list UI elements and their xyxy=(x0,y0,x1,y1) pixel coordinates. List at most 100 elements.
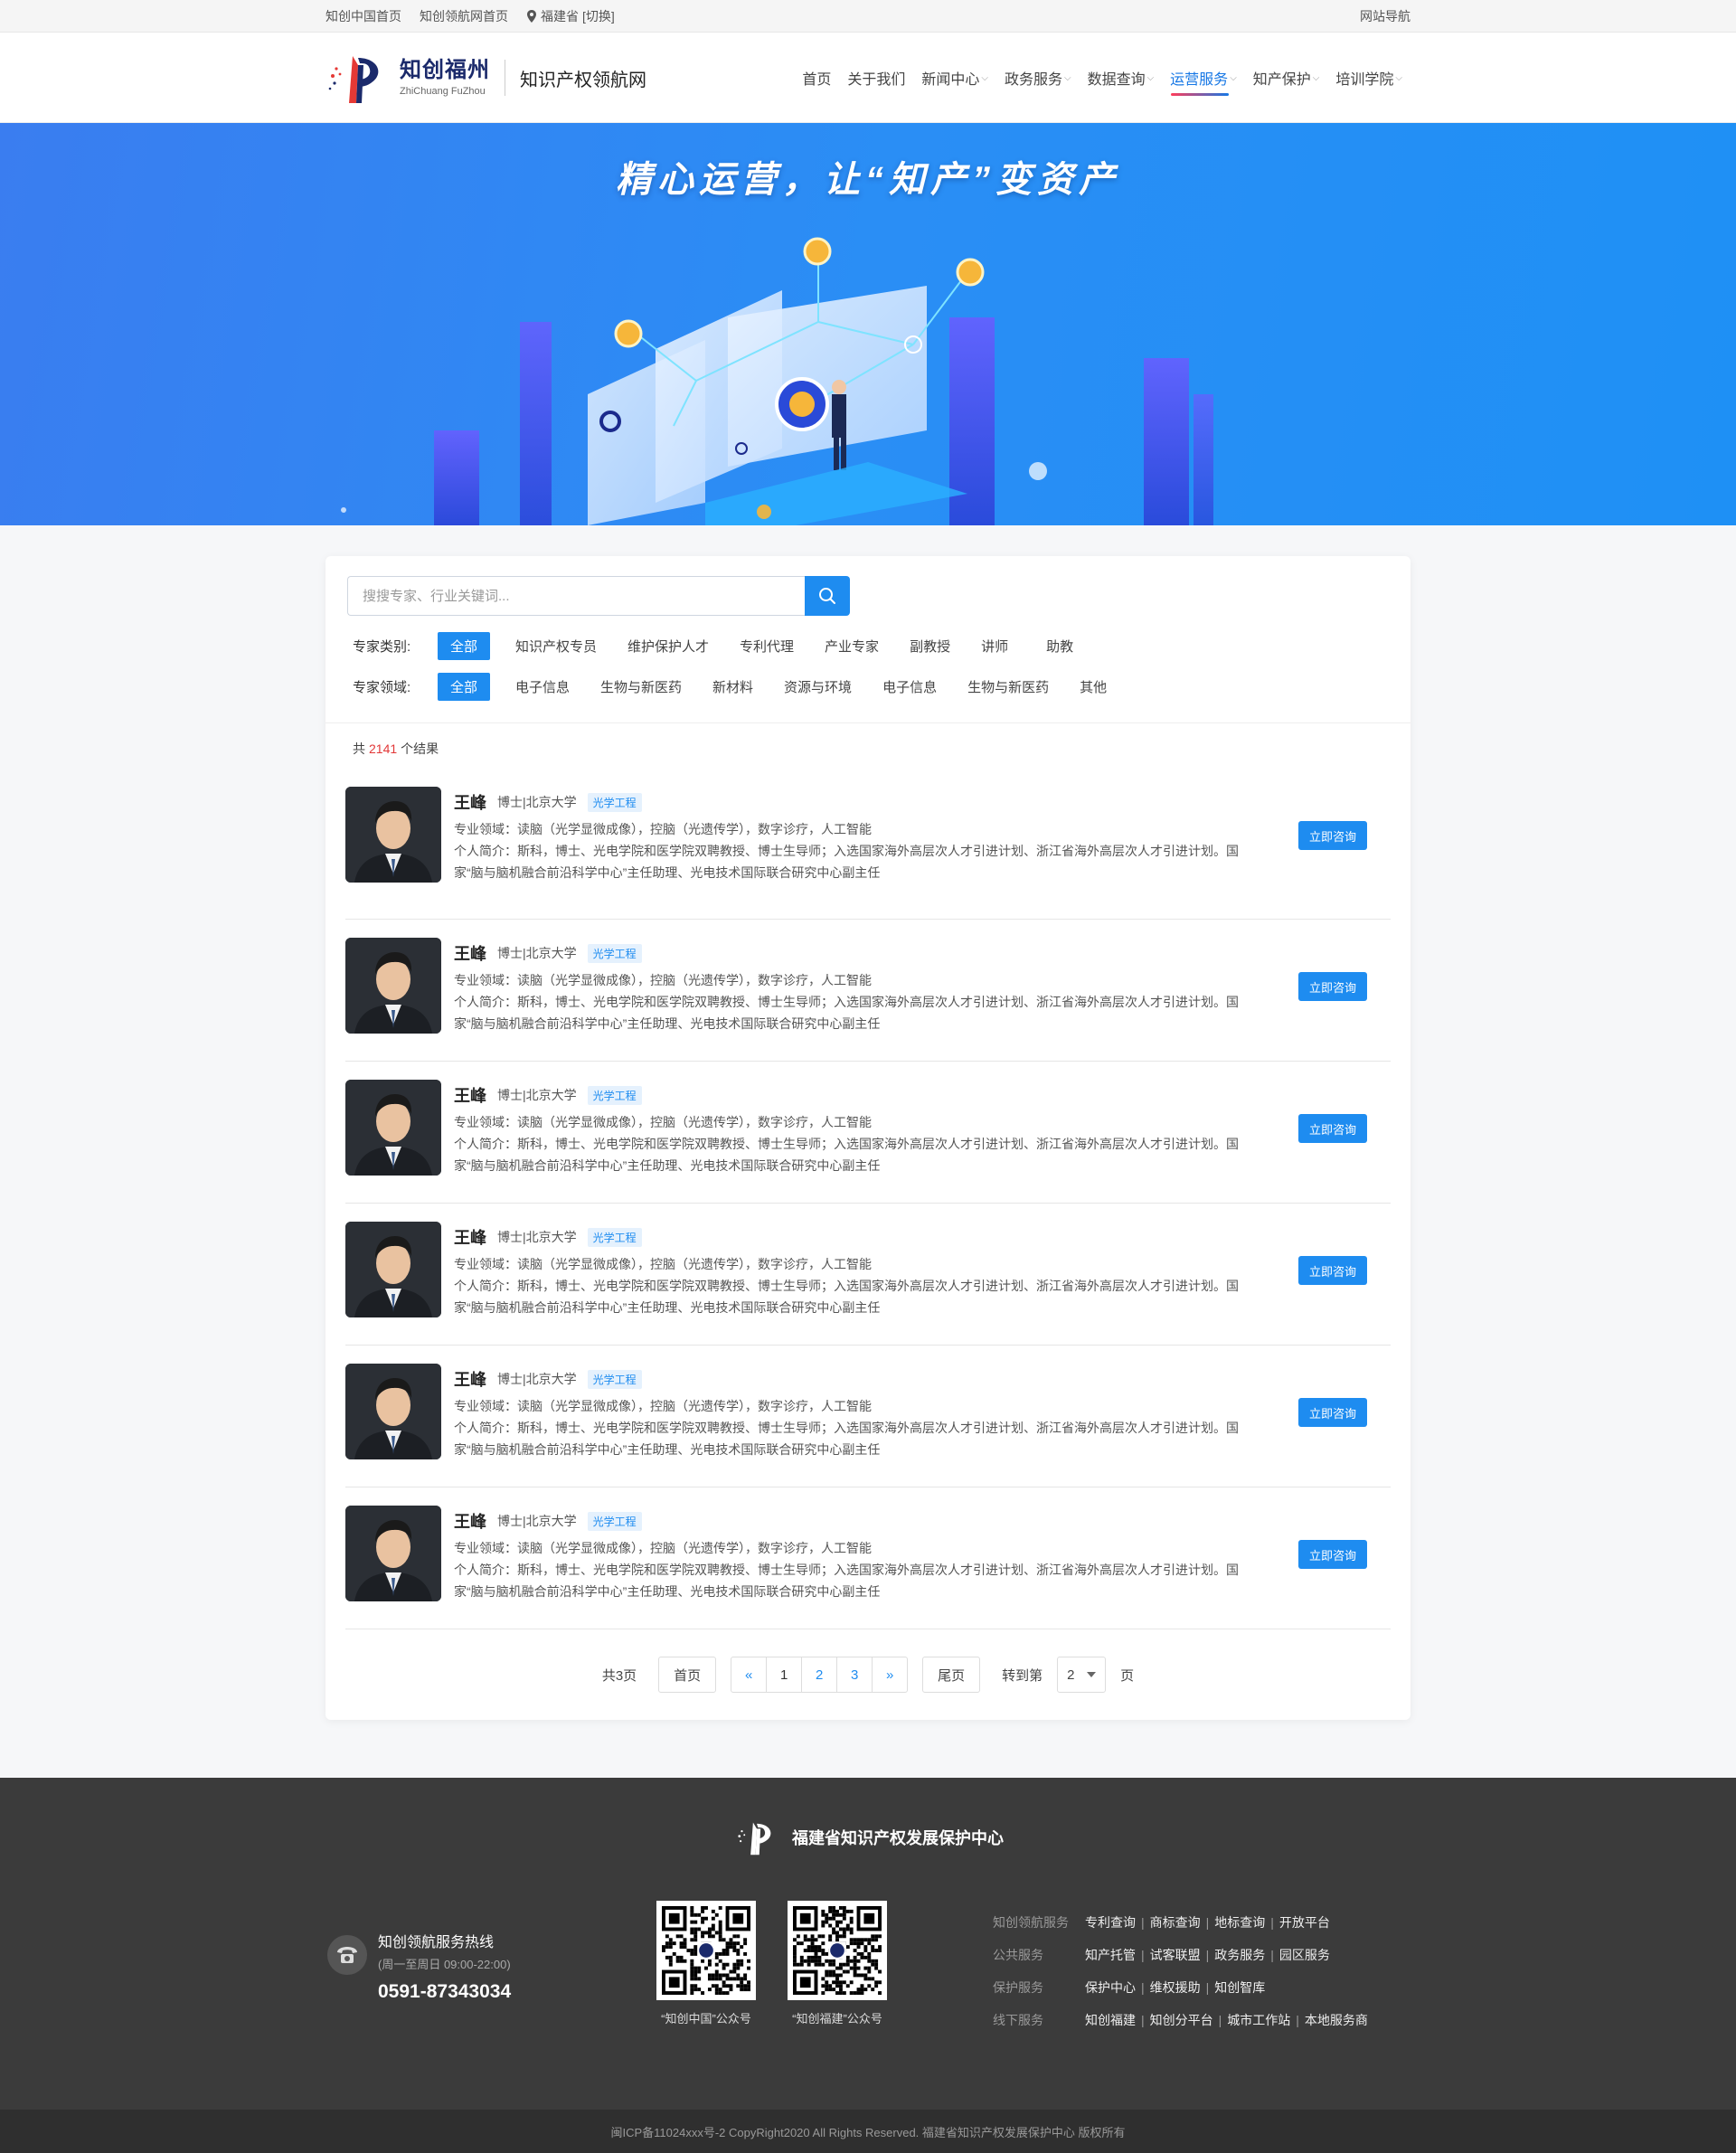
footer-link[interactable]: 开放平台 xyxy=(1279,1915,1330,1930)
nav-item-label: 知产保护 xyxy=(1252,72,1311,88)
pagination-first[interactable]: 首页 xyxy=(658,1657,717,1693)
avatar[interactable] xyxy=(345,1506,441,1601)
nav-item[interactable]: 运营服务 ⌵ xyxy=(1162,33,1245,123)
nav-item[interactable]: 首页 xyxy=(794,33,839,123)
main-nav: 首页 关于我们 新闻中心 ⌵ 政务服务 ⌵ 数据查询 ⌵ 运营服务 ⌵ 知产保护 ⌵ 培训学院 ⌵ xyxy=(794,33,1410,123)
footer-link[interactable]: 政务服务 xyxy=(1214,1948,1265,1962)
filter-option[interactable]: 全部 xyxy=(438,632,490,660)
footer-link[interactable]: 知产托管 xyxy=(1085,1948,1136,1962)
expert-name[interactable]: 王峰 xyxy=(454,1225,486,1249)
consult-button[interactable]: 立即咨询 xyxy=(1298,972,1367,1001)
filter-label-field: 专家领域: xyxy=(353,680,411,695)
nav-item-label: 首页 xyxy=(802,72,832,88)
filter-option[interactable]: 知识产权专员 xyxy=(506,632,606,660)
filter-option[interactable]: 资源与环境 xyxy=(775,673,861,701)
filter-option[interactable]: 全部 xyxy=(438,673,490,701)
filter-option[interactable]: 其他 xyxy=(1071,673,1123,701)
filter-option[interactable]: 讲师 xyxy=(972,632,1024,660)
avatar[interactable] xyxy=(345,1080,441,1176)
filter-option[interactable]: 新材料 xyxy=(703,673,762,701)
pagination-goto-select[interactable]: 2 xyxy=(1057,1657,1107,1693)
expert-name[interactable]: 王峰 xyxy=(454,1509,486,1533)
consult-button[interactable]: 立即咨询 xyxy=(1298,1540,1367,1569)
location-switch[interactable]: 福建省 [切换] xyxy=(526,7,615,25)
consult-button[interactable]: 立即咨询 xyxy=(1298,1398,1367,1427)
expert-degree: 博士|北京大学 xyxy=(497,1230,577,1244)
nav-item[interactable]: 政务服务 ⌵ xyxy=(996,33,1080,123)
link-lingHang-home[interactable]: 知创领航网首页 xyxy=(420,7,508,25)
expert-name[interactable]: 王峰 xyxy=(454,1367,486,1391)
avatar[interactable] xyxy=(345,787,441,883)
avatar[interactable] xyxy=(345,938,441,1034)
qr-caption: “知创福建”公众号 xyxy=(792,2012,882,2026)
nav-item[interactable]: 新闻中心 ⌵ xyxy=(913,33,996,123)
footer-link-group: 保护服务 保护中心 | 维权援助 | 知创智库 xyxy=(993,1978,1368,1997)
expert-bio-cont: 家“脑与脑机融合前沿科学中心”主任助理、光电技术国际联合研究中心副主任 xyxy=(454,1300,881,1315)
link-separator: | xyxy=(1141,1948,1145,1962)
filter-option[interactable]: 副教授 xyxy=(901,632,959,660)
pagination-page[interactable]: 2 xyxy=(801,1657,838,1693)
footer-link[interactable]: 专利查询 xyxy=(1085,1915,1136,1930)
hero-banner: 精心运营，让“知产”变资产 xyxy=(0,123,1736,525)
nav-item[interactable]: 数据查询 ⌵ xyxy=(1080,33,1163,123)
footer-link[interactable]: 园区服务 xyxy=(1279,1948,1330,1962)
chevron-down-icon: ⌵ xyxy=(1395,72,1402,83)
hotline-title: 知创领航服务热线 xyxy=(378,1935,495,1950)
expert-name[interactable]: 王峰 xyxy=(454,941,486,965)
expert-name[interactable]: 王峰 xyxy=(454,1083,486,1107)
pagination-page[interactable]: 1 xyxy=(766,1657,803,1693)
hotline: 知创领航服务热线 (周一至周日 09:00-22:00) 0591-873430… xyxy=(327,1930,511,2003)
footer-link[interactable]: 维权援助 xyxy=(1150,1980,1201,1995)
footer-link[interactable]: 知创分平台 xyxy=(1150,2013,1213,2027)
logo-cn: 知创福州 xyxy=(400,57,490,82)
footer-link-group-label: 知创领航服务 xyxy=(993,1915,1069,1930)
consult-button[interactable]: 立即咨询 xyxy=(1298,821,1367,850)
footer-link[interactable]: 试客联盟 xyxy=(1150,1948,1201,1962)
qr-code-icon xyxy=(788,1901,887,2000)
footer-link[interactable]: 城市工作站 xyxy=(1227,2013,1290,2027)
site-nav-link[interactable]: 网站导航 xyxy=(1360,7,1410,25)
filter-option[interactable]: 助教 xyxy=(1037,632,1090,660)
filter-option[interactable]: 专利代理 xyxy=(731,632,803,660)
expert-name[interactable]: 王峰 xyxy=(454,790,486,814)
pagination-page[interactable]: 3 xyxy=(836,1657,873,1693)
consult-button[interactable]: 立即咨询 xyxy=(1298,1256,1367,1285)
nav-item[interactable]: 知产保护 ⌵ xyxy=(1245,33,1328,123)
nav-item[interactable]: 关于我们 xyxy=(839,33,913,123)
pagination-last[interactable]: 尾页 xyxy=(922,1657,981,1693)
footer-link[interactable]: 知创智库 xyxy=(1214,1980,1265,1995)
avatar[interactable] xyxy=(345,1222,441,1317)
filter-option[interactable]: 产业专家 xyxy=(816,632,888,660)
footer-link[interactable]: 本地服务商 xyxy=(1305,2013,1368,2027)
filter-option[interactable]: 生物与新医药 xyxy=(591,673,691,701)
search-input[interactable] xyxy=(347,576,805,616)
avatar[interactable] xyxy=(345,1364,441,1459)
footer-link-list: 知产托管 | 试客联盟 | 政务服务 | 园区服务 xyxy=(1085,1946,1330,1964)
link-zhichuang-china-home[interactable]: 知创中国首页 xyxy=(326,7,401,25)
filter-option[interactable]: 生物与新医药 xyxy=(958,673,1058,701)
expert-bio-cont: 家“脑与脑机融合前沿科学中心”主任助理、光电技术国际联合研究中心副主任 xyxy=(454,1158,881,1173)
location-switch-label[interactable]: [切换] xyxy=(582,7,615,25)
top-bar: 知创中国首页 知创领航网首页 福建省 [切换] 网站导航 xyxy=(0,0,1736,33)
expert-tag: 光学工程 xyxy=(587,943,642,963)
filter-option[interactable]: 电子信息 xyxy=(873,673,946,701)
pagination-goto-value: 2 xyxy=(1067,1667,1075,1683)
search-button[interactable] xyxy=(805,576,850,616)
footer-link[interactable]: 保护中心 xyxy=(1085,1980,1136,1995)
link-separator: | xyxy=(1270,1948,1274,1962)
consult-button[interactable]: 立即咨询 xyxy=(1298,1114,1367,1143)
footer-link[interactable]: 商标查询 xyxy=(1150,1915,1201,1930)
pagination-prev[interactable]: « xyxy=(731,1657,768,1693)
nav-item[interactable]: 培训学院 ⌵ xyxy=(1327,33,1410,123)
filter-section: 专家类别: 全部知识产权专员维护保护人才专利代理产业专家副教授讲师助教 专家领域… xyxy=(326,556,1410,723)
filter-option[interactable]: 电子信息 xyxy=(506,673,579,701)
header: 知创福州 ZhiChuang FuZhou 知识产权领航网 首页 关于我们 新闻中心… xyxy=(0,33,1736,123)
footer-link[interactable]: 地标查询 xyxy=(1214,1915,1265,1930)
filter-option[interactable]: 维护保护人才 xyxy=(618,632,718,660)
filter-label-category: 专家类别: xyxy=(353,639,411,655)
pagination-next[interactable]: » xyxy=(872,1657,909,1693)
filter-row-category: 专家类别: 全部 知识产权专员 维护保护人才 专利代理 产业专家 副教授 讲师 助教 xyxy=(347,632,1389,660)
nav-item-label: 数据查询 xyxy=(1087,72,1146,88)
footer-link[interactable]: 知创福建 xyxy=(1085,2013,1136,2027)
logo[interactable]: 知创福州 ZhiChuang FuZhou 知识产权领航网 xyxy=(326,49,778,107)
